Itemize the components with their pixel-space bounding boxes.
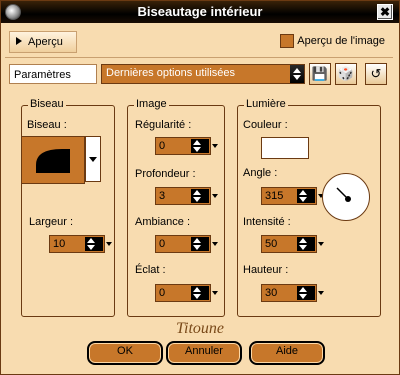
chevron-down-icon[interactable] xyxy=(317,285,325,301)
divider xyxy=(5,57,393,58)
reset-icon: ↺ xyxy=(370,66,382,81)
angle-dial[interactable] xyxy=(322,173,370,221)
shine-spinner[interactable]: 0 xyxy=(155,284,218,302)
chevron-down-icon[interactable] xyxy=(317,236,325,252)
depth-spinner[interactable]: 3 xyxy=(155,187,218,205)
window-title: Biseautage intérieur xyxy=(137,4,263,19)
chevron-down-icon[interactable] xyxy=(105,236,113,252)
chevron-down-icon[interactable] xyxy=(211,285,219,301)
image-preview-checkbox[interactable]: Aperçu de l'image xyxy=(280,34,385,48)
height-spinner[interactable]: 30 xyxy=(261,284,324,302)
ok-button[interactable]: OK xyxy=(87,341,163,365)
title-bar[interactable]: Biseautage intérieur ✖ xyxy=(1,1,399,23)
regularity-label: Régularité : xyxy=(135,119,192,131)
angle-needle-icon xyxy=(336,187,351,202)
ambience-value: 0 xyxy=(159,238,166,250)
ambience-label: Ambiance : xyxy=(135,216,191,228)
expand-arrow-icon xyxy=(16,37,22,45)
dice-icon: 🎲 xyxy=(337,66,355,81)
depth-value: 3 xyxy=(159,190,166,202)
angle-label: Angle : xyxy=(243,167,278,179)
randomize-button[interactable]: 🎲 xyxy=(335,63,357,85)
floppy-disk-icon: 💾 xyxy=(311,66,329,81)
bevel-shape-preview[interactable] xyxy=(21,136,85,184)
height-label: Hauteur : xyxy=(243,264,289,276)
save-preset-button[interactable]: 💾 xyxy=(309,63,331,85)
chevron-down-icon[interactable] xyxy=(211,236,219,252)
chevron-down-icon[interactable] xyxy=(211,138,219,154)
checkbox-box[interactable] xyxy=(280,34,295,48)
reset-button[interactable]: ↺ xyxy=(365,63,387,85)
spinner-arrows-icon[interactable] xyxy=(191,237,209,251)
spinner-arrows-icon[interactable] xyxy=(191,139,209,153)
presets-row: Paramètres Dernières options utilisées 💾… xyxy=(9,63,389,87)
shine-value: 0 xyxy=(159,287,166,299)
bevel-dropdown-button[interactable] xyxy=(85,136,101,182)
regularity-spinner[interactable]: 0 xyxy=(155,137,218,155)
light-color-swatch[interactable] xyxy=(261,137,309,159)
presets-label: Paramètres xyxy=(9,64,97,84)
width-label: Largeur : xyxy=(29,216,74,228)
bevel-shape-icon xyxy=(36,149,70,173)
color-label: Couleur : xyxy=(243,119,288,131)
spinner-arrows-icon[interactable] xyxy=(191,286,209,300)
angle-value: 315 xyxy=(265,190,284,202)
shine-label: Éclat : xyxy=(135,264,166,276)
regularity-value: 0 xyxy=(159,140,166,152)
intensity-spinner[interactable]: 50 xyxy=(261,235,324,253)
chevron-down-icon[interactable] xyxy=(211,188,219,204)
spinner-arrows-icon[interactable] xyxy=(297,286,315,300)
bevel-label: Biseau : xyxy=(27,119,67,131)
preview-toggle-button[interactable]: Aperçu xyxy=(9,31,77,53)
image-preview-checkbox-label: Aperçu de l'image xyxy=(297,34,385,47)
width-spinner[interactable]: 10 xyxy=(49,235,112,253)
spinner-arrows-icon[interactable] xyxy=(85,237,103,251)
intensity-label: Intensité : xyxy=(243,216,291,228)
image-group-title: Image xyxy=(134,98,169,110)
spinner-arrows-icon[interactable] xyxy=(297,189,315,203)
height-value: 30 xyxy=(265,287,278,299)
preview-row: Aperçu Aperçu de l'image xyxy=(9,31,389,53)
spinner-arrows-icon[interactable] xyxy=(191,189,209,203)
dialog-window: Biseautage intérieur ✖ Aperçu Aperçu de … xyxy=(0,0,400,375)
author-watermark: Titoune xyxy=(175,320,224,337)
angle-spinner[interactable]: 315 xyxy=(261,187,324,205)
preview-toggle-label: Aperçu xyxy=(28,36,63,48)
light-group-title: Lumière xyxy=(244,98,288,110)
bevel-group-title: Biseau xyxy=(28,98,66,110)
spinner-arrows-icon[interactable] xyxy=(297,237,315,251)
cancel-button[interactable]: Annuler xyxy=(166,341,242,365)
depth-label: Profondeur : xyxy=(135,168,196,180)
close-button[interactable]: ✖ xyxy=(377,4,393,20)
ambience-spinner[interactable]: 0 xyxy=(155,235,218,253)
presets-spinner-arrows-icon[interactable] xyxy=(290,65,304,83)
presets-dropdown-value: Dernières options utilisées xyxy=(106,67,236,79)
intensity-value: 50 xyxy=(265,238,278,250)
width-value: 10 xyxy=(53,238,66,250)
presets-dropdown[interactable]: Dernières options utilisées xyxy=(101,64,305,84)
help-button[interactable]: Aide xyxy=(249,341,325,365)
